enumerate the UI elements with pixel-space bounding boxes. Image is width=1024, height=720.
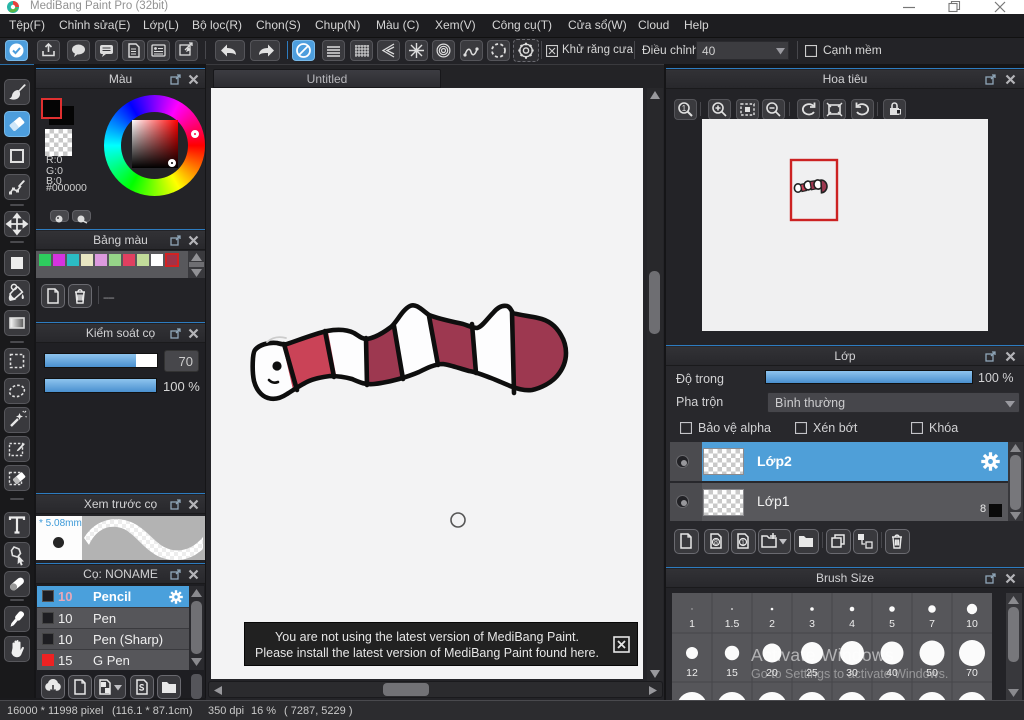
svg-text:70: 70 [966, 667, 978, 679]
svg-text:10: 10 [966, 618, 978, 630]
svg-text:1: 1 [741, 540, 745, 547]
svg-text:7: 7 [929, 618, 935, 630]
svg-text:8: 8 [714, 540, 718, 547]
svg-text:2: 2 [769, 618, 775, 630]
svg-text:1.5: 1.5 [725, 618, 740, 630]
svg-text:12: 12 [686, 667, 698, 679]
svg-text:1: 1 [682, 104, 687, 113]
svg-text:3: 3 [809, 618, 815, 630]
svg-text:15: 15 [726, 667, 738, 679]
svg-text:1: 1 [689, 618, 695, 630]
svg-text:5: 5 [889, 618, 895, 630]
svg-text:4: 4 [849, 618, 855, 630]
